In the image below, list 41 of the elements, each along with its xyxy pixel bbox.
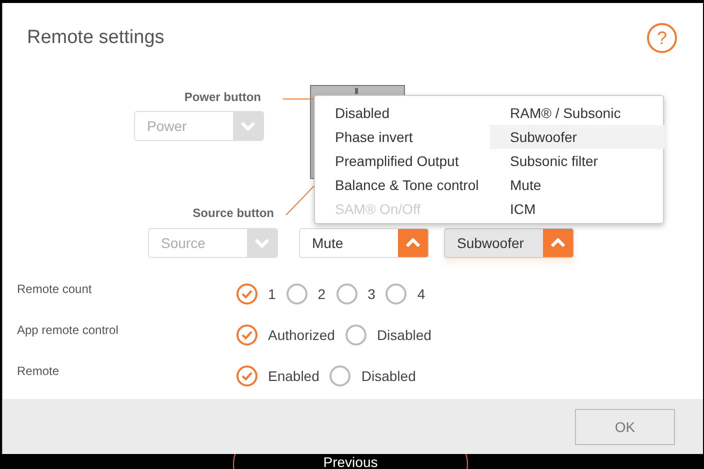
option-label: 3	[368, 286, 376, 302]
dropdown[interactable]: Subwoofer	[444, 228, 574, 258]
dropdown[interactable]: Mute	[299, 228, 429, 258]
checked-radio-icon[interactable]	[236, 324, 258, 346]
leader-line	[282, 98, 316, 100]
menu-item[interactable]: Subsonic filter	[490, 149, 665, 173]
leader-line	[286, 184, 316, 216]
chevron-icon	[551, 238, 565, 248]
radio-icon[interactable]	[286, 283, 308, 305]
setting-label: Remote	[16, 364, 60, 380]
option-label: 4	[417, 286, 426, 302]
ok-button[interactable]: OK	[575, 408, 675, 444]
previous-button[interactable]: Previous	[233, 454, 468, 469]
option-label: Disabled	[376, 327, 432, 343]
option-label: Authorized	[268, 327, 335, 343]
menu-item[interactable]: RAM® / Subsonic	[490, 101, 665, 125]
setting-label: Remote count	[16, 282, 93, 298]
menu-item[interactable]: Balance & Tone control	[315, 173, 490, 197]
dialog-title: Remote settings	[27, 27, 164, 49]
radio-icon[interactable]	[336, 283, 358, 305]
option-label: 2	[318, 286, 326, 302]
menu-item[interactable]: Disabled	[315, 101, 490, 125]
chevron-icon	[406, 238, 420, 248]
checked-radio-icon[interactable]	[236, 365, 258, 387]
menu-item[interactable]: Preamplified Output	[315, 149, 490, 173]
option-label: 1	[268, 286, 276, 302]
menu-item[interactable]: Phase invert	[315, 125, 490, 149]
chevron-icon	[255, 238, 269, 248]
power-button-label: Power button	[184, 90, 261, 104]
checked-radio-icon[interactable]	[236, 283, 258, 305]
option-label: Enabled	[268, 368, 320, 384]
menu-item[interactable]: Mute	[490, 173, 665, 197]
chevron-icon	[241, 121, 255, 131]
radio-icon[interactable]	[385, 283, 408, 305]
source-button-label: Source button	[192, 206, 274, 220]
radio-icon[interactable]	[344, 324, 367, 346]
menu-item[interactable]: ICM	[490, 197, 665, 221]
setting-label: App remote control	[16, 323, 120, 339]
radio-icon[interactable]	[329, 365, 352, 387]
option-label: Disabled	[361, 368, 416, 384]
menu-item[interactable]: Subwoofer	[490, 125, 665, 149]
